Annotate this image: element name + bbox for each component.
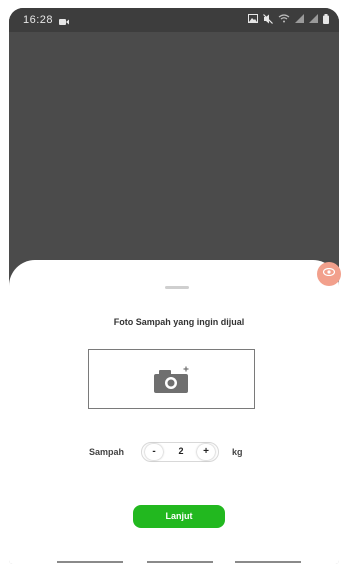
quantity-stepper[interactable]: - 2 +	[141, 442, 219, 462]
status-bar: 16:28	[9, 8, 339, 32]
phone-screen: 16:28 Foto Sampah yang ingin dijual Samp…	[9, 8, 339, 564]
signal-icon	[295, 14, 304, 26]
eye-icon	[322, 267, 336, 278]
gallery-icon	[248, 14, 258, 26]
nav-back-button[interactable]	[57, 561, 123, 563]
floating-action-button[interactable]	[317, 262, 341, 286]
dimmed-background[interactable]	[9, 32, 339, 272]
quantity-row: Sampah - 2 + kg	[9, 442, 339, 464]
mute-icon	[263, 13, 273, 27]
drag-handle[interactable]	[165, 286, 189, 289]
quantity-label: Sampah	[89, 447, 125, 457]
status-icons	[248, 13, 329, 27]
photo-upload-box[interactable]	[88, 349, 255, 409]
navigation-bar	[9, 558, 339, 564]
increment-button[interactable]: +	[197, 444, 215, 460]
status-time: 16:28	[23, 14, 54, 26]
decrement-button[interactable]: -	[145, 444, 163, 460]
unit-label: kg	[232, 447, 243, 457]
video-recording-icon	[59, 16, 69, 25]
wifi-icon	[278, 14, 290, 26]
camera-icon	[153, 366, 191, 394]
bottom-sheet: Foto Sampah yang ingin dijual Sampah - 2…	[9, 260, 339, 564]
next-button[interactable]: Lanjut	[133, 505, 225, 528]
nav-recents-button[interactable]	[235, 561, 301, 563]
battery-icon	[323, 13, 329, 27]
quantity-value[interactable]: 2	[167, 446, 195, 456]
signal-icon	[309, 14, 318, 26]
nav-home-button[interactable]	[147, 561, 213, 563]
sheet-title: Foto Sampah yang ingin dijual	[113, 317, 245, 327]
